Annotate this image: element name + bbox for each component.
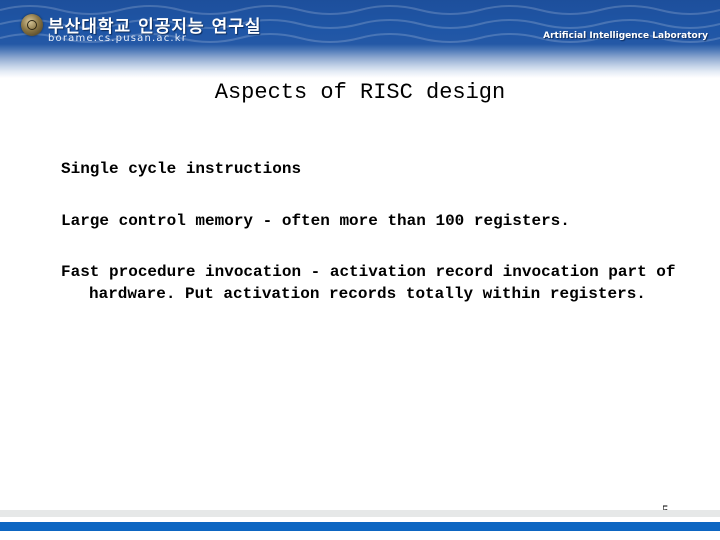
lab-name: Artificial Intelligence Laboratory [543, 31, 708, 41]
bullet-item: Single cycle instructions [61, 160, 302, 178]
slide-title: Aspects of RISC design [214, 80, 506, 105]
bullet-item: Large control memory - often more than 1… [61, 211, 570, 230]
bullet-item: Fast procedure invocation - activation r… [61, 263, 676, 303]
university-seal-icon [21, 14, 43, 36]
slide-header-banner: 부산대학교 인공지능 연구실 borame.cs.pusan.ac.kr Art… [0, 0, 720, 78]
footer-gray-stripe [0, 510, 720, 517]
footer-blue-stripe [0, 522, 720, 531]
bullet-list: Single cycle instructions Large control … [61, 159, 681, 335]
seal-emblem [27, 20, 37, 30]
lab-url: borame.cs.pusan.ac.kr [48, 33, 188, 44]
